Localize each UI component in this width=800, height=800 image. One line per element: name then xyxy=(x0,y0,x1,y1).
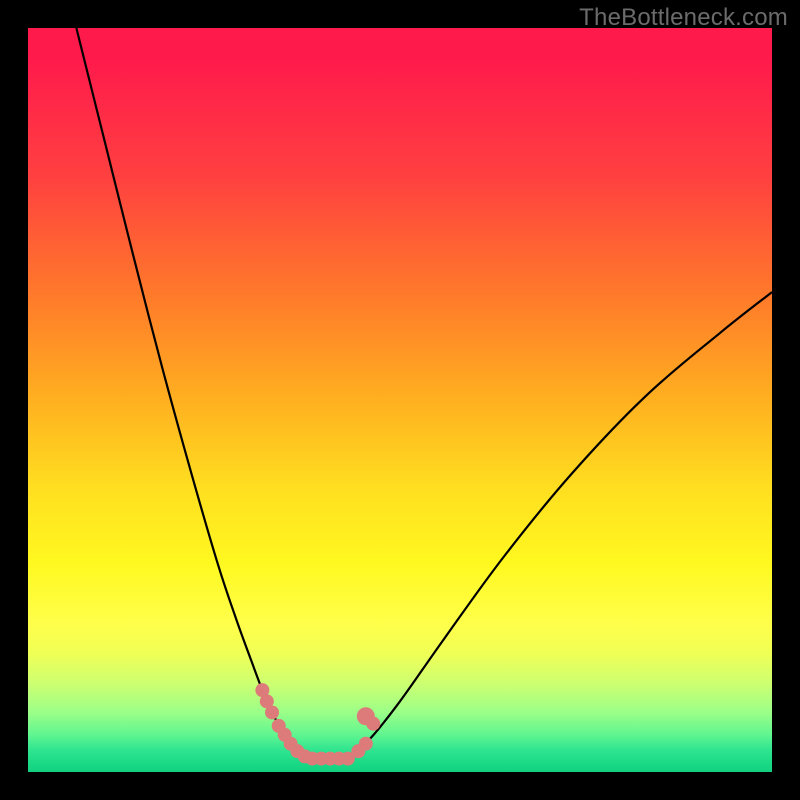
plot-area xyxy=(28,28,772,772)
watermark-text: TheBottleneck.com xyxy=(579,4,788,32)
chart-svg xyxy=(28,28,772,772)
chart-frame: TheBottleneck.com xyxy=(0,0,800,800)
right-curve xyxy=(348,292,772,758)
marker-dot xyxy=(359,737,373,751)
marker-dot xyxy=(265,705,279,719)
marker-layer xyxy=(255,683,380,765)
marker-dot xyxy=(366,717,380,731)
series-lines xyxy=(76,28,772,759)
left-curve xyxy=(76,28,310,759)
